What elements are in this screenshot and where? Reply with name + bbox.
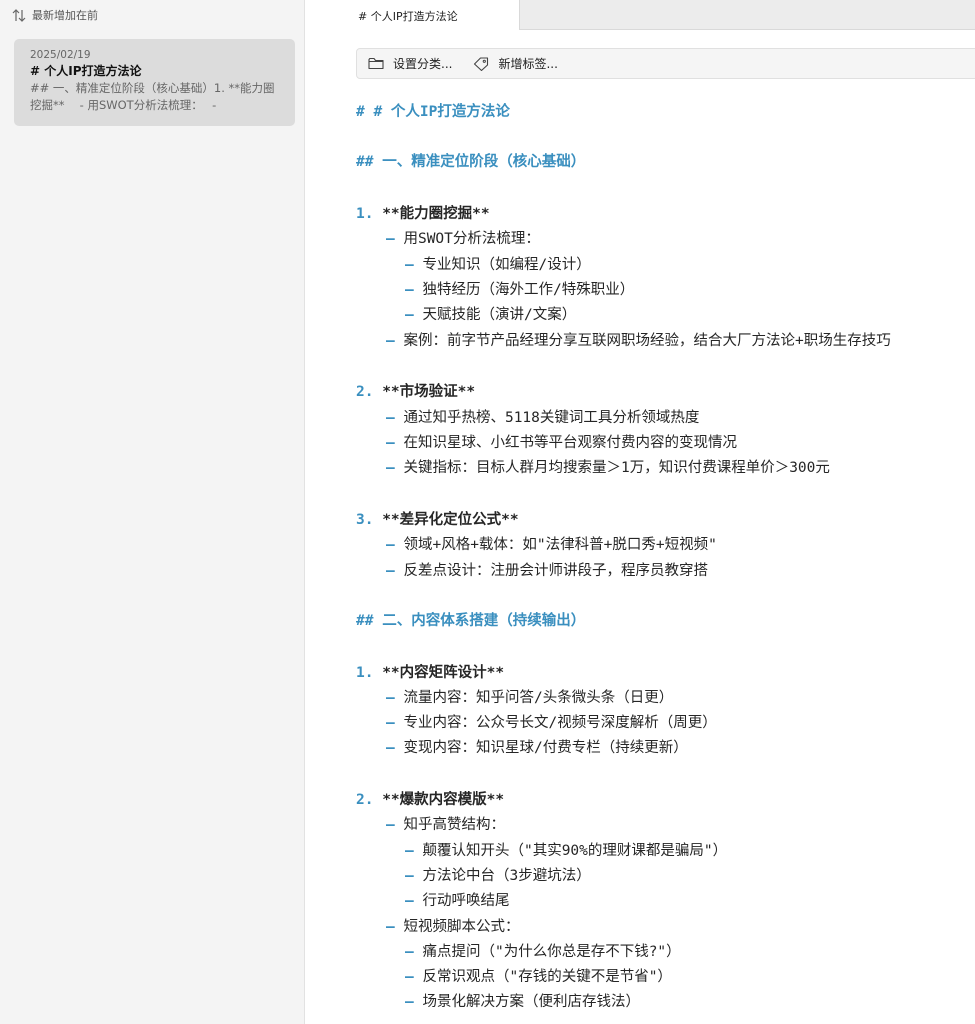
note-list-sidebar: 最新增加在前 2025/02/19 # 个人IP打造方法论 ## 一、精准定位阶… xyxy=(0,0,305,1024)
list-item: 1. **内容矩阵设计** xyxy=(356,665,505,681)
bullet-item: – 关键指标：目标人群月均搜索量＞1万，知识付费课程单价＞300元 xyxy=(386,460,830,476)
bullet-item: – 短视频脚本公式： xyxy=(386,919,520,935)
bullet-item: – 案例：前字节产品经理分享互联网职场经验，结合大厂方法论+职场生存技巧 xyxy=(386,333,891,349)
tag-icon xyxy=(473,56,489,71)
sub-bullet-item: – 颠覆认知开头（"其实90%的理财课都是骗局"） xyxy=(405,843,728,859)
tab-current-note[interactable]: # 个人IP打造方法论 xyxy=(306,0,520,30)
note-preview: ## 一、精准定位阶段（核心基础）1. **能力圈挖掘** - 用SWOT分析法… xyxy=(30,81,275,112)
add-tag-label: 新增标签... xyxy=(498,57,558,71)
sub-bullet-item: – 天赋技能（演讲/文案） xyxy=(405,307,577,323)
bullet-item: – 领域+风格+载体：如"法律科普+脱口秀+短视频" xyxy=(386,537,717,553)
sub-bullet-item: – 场景化解决方案（便利店存钱法） xyxy=(405,994,640,1010)
sub-bullet-item: – 独特经历（海外工作/特殊职业） xyxy=(405,282,635,298)
section-heading: ## 二、内容体系搭建（持续输出） xyxy=(356,613,586,629)
set-category-button[interactable]: 设置分类... xyxy=(368,55,452,72)
sub-bullet-item: – 方法论中台（3步避坑法） xyxy=(405,868,591,884)
note-title: # 个人IP打造方法论 xyxy=(30,64,142,78)
note-list-item-selected[interactable]: 2025/02/19 # 个人IP打造方法论 ## 一、精准定位阶段（核心基础）… xyxy=(14,39,295,126)
note-toolbar: 设置分类... 新增标签... xyxy=(356,48,975,79)
bullet-item: – 在知识星球、小红书等平台观察付费内容的变现情况 xyxy=(386,435,737,451)
bullet-item: – 专业内容：公众号长文/视频号深度解析（周更） xyxy=(386,715,717,731)
notes-app: 最新增加在前 2025/02/19 # 个人IP打造方法论 ## 一、精准定位阶… xyxy=(0,0,975,1024)
section-heading: ## 一、精准定位阶段（核心基础） xyxy=(356,154,586,170)
heading-marker: # xyxy=(356,104,374,120)
sort-order-label: 最新增加在前 xyxy=(32,9,98,22)
add-tag-button[interactable]: 新增标签... xyxy=(473,55,558,72)
list-item: 1. **能力圈挖掘** xyxy=(356,206,490,222)
folder-icon xyxy=(368,57,384,70)
tab-bar: # 个人IP打造方法论 xyxy=(306,0,975,30)
doc-heading-1: # # 个人IP打造方法论 xyxy=(356,104,510,120)
bullet-item: – 通过知乎热榜、5118关键词工具分析领域热度 xyxy=(386,410,700,426)
list-item: 2. **市场验证** xyxy=(356,384,476,400)
markdown-editor[interactable]: # # 个人IP打造方法论 ## 一、精准定位阶段（核心基础） 1. **能力圈… xyxy=(306,80,975,1024)
sub-bullet-item: – 专业知识（如编程/设计） xyxy=(405,257,591,273)
sub-bullet-item: – 痛点提问（"为什么你总是存不下钱?"） xyxy=(405,944,681,960)
sort-arrows-icon xyxy=(12,8,26,22)
sub-bullet-item: – 反常识观点（"存钱的关键不是节省"） xyxy=(405,969,672,985)
list-item: 3. **差异化定位公式** xyxy=(356,512,519,528)
bullet-item: – 变现内容：知识星球/付费专栏（持续更新） xyxy=(386,740,688,756)
bullet-item: – 知乎高赞结构： xyxy=(386,817,505,833)
bullet-item: – 反差点设计：注册会计师讲段子，程序员教穿搭 xyxy=(386,563,708,579)
sort-order-control[interactable]: 最新增加在前 xyxy=(12,6,98,24)
sub-bullet-item: – 行动呼唤结尾 xyxy=(405,893,510,909)
set-category-label: 设置分类... xyxy=(393,57,453,71)
note-date: 2025/02/19 xyxy=(30,49,91,61)
bullet-item: – 流量内容：知乎问答/头条微头条（日更） xyxy=(386,690,674,706)
bullet-item: – 用SWOT分析法梳理： xyxy=(386,231,540,247)
list-item: 2. **爆款内容模版** xyxy=(356,792,505,808)
